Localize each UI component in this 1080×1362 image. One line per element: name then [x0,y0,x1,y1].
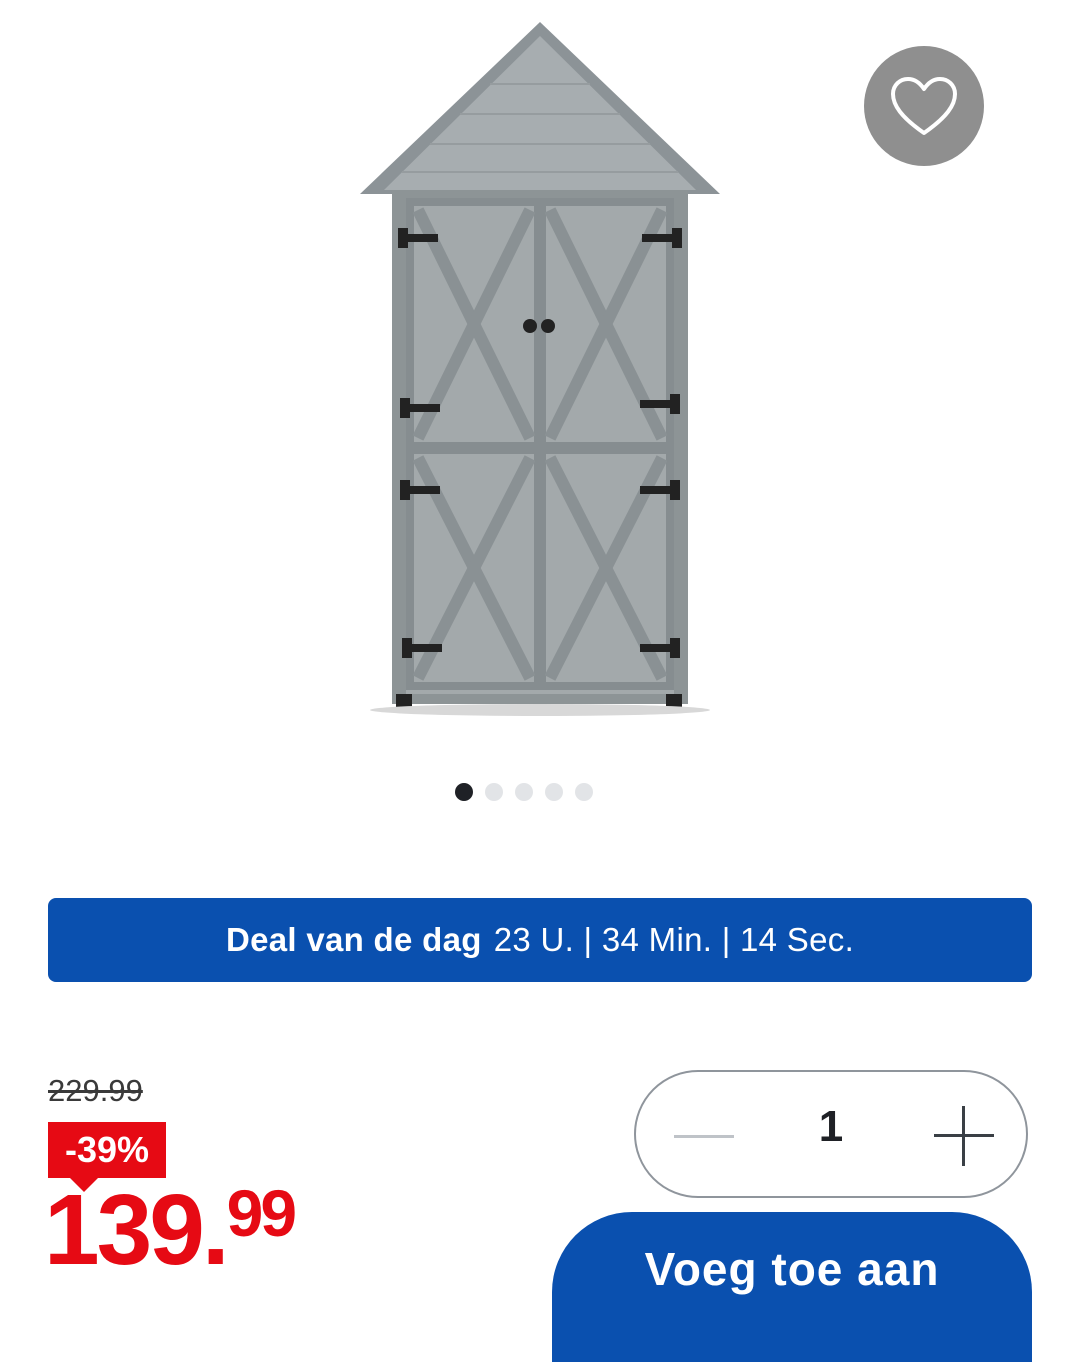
carousel-dot-active[interactable] [455,783,473,801]
discount-badge: -39% [48,1122,166,1178]
favorite-button[interactable] [864,46,984,166]
price-integer: 139. [44,1174,230,1286]
quantity-stepper: 1 [634,1070,1028,1198]
price-decimal: 99 [226,1176,297,1250]
carousel-dot[interactable] [515,783,533,801]
deal-of-the-day-banner: Deal van de dag 23 U. | 34 Min. | 14 Sec… [48,898,1032,982]
current-price: 139.99 [44,1180,297,1280]
old-price: 229.99 [48,1073,143,1108]
product-image[interactable] [340,14,740,724]
carousel-pagination [455,783,593,803]
add-to-cart-label: Voeg toe aan [644,1243,940,1295]
minus-icon [674,1134,734,1138]
decrease-quantity-button[interactable] [672,1104,736,1168]
heart-outline-icon [891,77,957,135]
product-gallery[interactable] [0,0,1080,840]
carousel-dot[interactable] [575,783,593,801]
carousel-dot[interactable] [545,783,563,801]
quantity-value[interactable]: 1 [796,1102,866,1152]
increase-quantity-button[interactable] [932,1104,996,1168]
deal-label: Deal van de dag [225,921,482,958]
carousel-dot[interactable] [485,783,503,801]
add-to-cart-button[interactable]: Voeg toe aan [552,1212,1032,1362]
deal-countdown: 23 U. | 34 Min. | 14 Sec. [493,921,855,958]
